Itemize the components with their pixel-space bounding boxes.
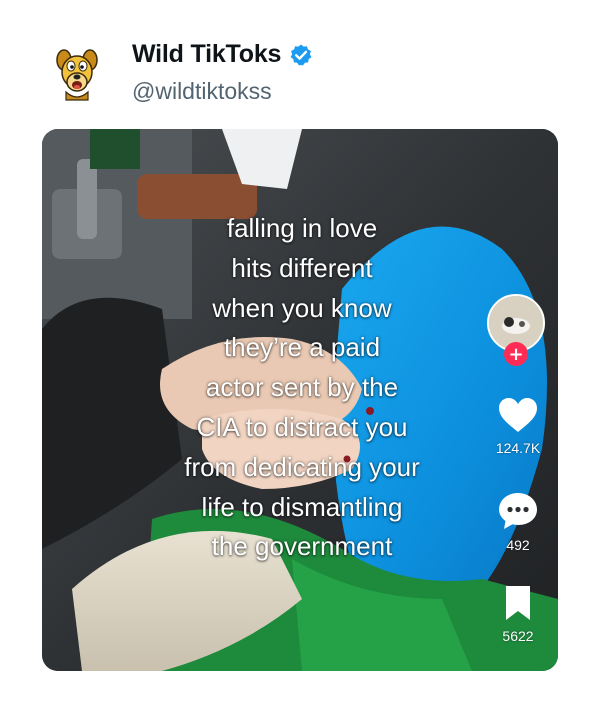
comment-bubble-icon[interactable] [497, 491, 539, 531]
author-handle[interactable]: @wildtiktokss [132, 78, 272, 105]
author-name[interactable]: Wild TikToks [132, 40, 281, 69]
caption-line: falling in love [226, 213, 378, 243]
caption-line: hits different [231, 252, 373, 283]
caption-line: life to dismantling [201, 491, 403, 522]
bookmark-icon[interactable] [502, 584, 534, 622]
follow-button[interactable]: + [504, 342, 528, 366]
caption-line: CIA to distract you [196, 411, 408, 442]
caption-line: from dedicating your [184, 451, 420, 482]
caption-line: actor sent by the [205, 372, 399, 403]
caption-line: when you know [212, 292, 392, 323]
cartoon-dog-avatar-icon [56, 49, 98, 101]
author-name-row: Wild TikToks [132, 40, 313, 69]
caption-line: they’re a paid [223, 332, 381, 363]
heart-icon[interactable] [497, 396, 539, 434]
video-caption: falling in love hits different when you … [132, 209, 472, 567]
like-action[interactable]: 124.7K [482, 396, 554, 456]
tweet-card: Wild TikToks @wildtiktokss falling in lo… [0, 0, 599, 710]
video-media[interactable]: falling in love hits different when you … [42, 129, 558, 671]
author-avatar[interactable] [54, 46, 100, 102]
caption-line: the government [211, 531, 393, 562]
comment-action[interactable]: 492 [482, 491, 554, 553]
video-action-rail: + 124.7K 492 5622 [482, 289, 554, 649]
bookmark-action[interactable]: 5622 [482, 584, 554, 644]
post-header: Wild TikToks @wildtiktokss [54, 38, 554, 108]
verified-badge-icon [289, 43, 313, 67]
comment-count: 492 [506, 537, 530, 553]
bookmark-count: 5622 [502, 628, 534, 644]
like-count: 124.7K [495, 440, 541, 456]
